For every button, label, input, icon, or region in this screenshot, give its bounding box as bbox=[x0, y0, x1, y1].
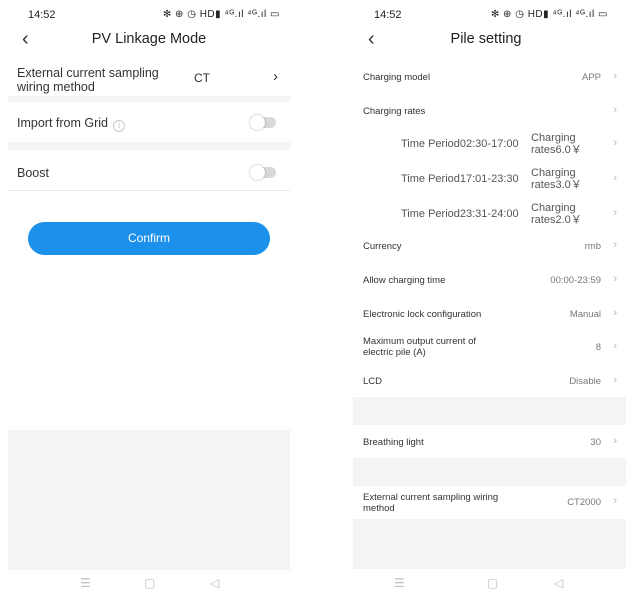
max-output-current-value: 8 bbox=[595, 342, 601, 353]
boost-toggle[interactable] bbox=[250, 165, 276, 180]
sampling-method-label: External current sampling wiring bbox=[363, 492, 499, 503]
max-output-current-label: electric pile (A) bbox=[363, 347, 426, 358]
lcd-label: LCD bbox=[363, 376, 383, 387]
allow-charging-time-label: Allow charging time bbox=[363, 275, 446, 286]
time-period-label: Time Period02:30-17:00 bbox=[401, 138, 519, 150]
page-title: Pile setting bbox=[450, 31, 522, 47]
sampling-method-value: CT2000 bbox=[567, 497, 601, 508]
info-icon[interactable]: i bbox=[113, 120, 125, 132]
status-bar: 14:52 ✻ ⊕ ◷ HD▮ ⁴ᴳ.ıl ⁴ᴳ.ıl ▭ bbox=[346, 0, 626, 26]
charging-rates-row[interactable]: Charging rates › bbox=[353, 96, 626, 126]
chevron-right-icon: › bbox=[613, 239, 617, 251]
currency-value: rmb bbox=[584, 241, 601, 252]
charging-model-row[interactable]: Charging model APP › bbox=[353, 62, 626, 92]
nav-bar: ‹ PV Linkage Mode bbox=[0, 28, 298, 52]
chevron-right-icon: › bbox=[613, 172, 617, 184]
status-time: 14:52 bbox=[374, 9, 402, 21]
time-period-row[interactable]: Time Period23:31-24:00 Charging rates2.0… bbox=[353, 198, 626, 230]
status-time: 14:52 bbox=[28, 9, 56, 21]
breathing-light-label: Breathing light bbox=[363, 437, 424, 448]
time-period-row[interactable]: Time Period17:01-23:30 Charging rates3.0… bbox=[353, 163, 626, 195]
sampling-method-row[interactable]: External current sampling wiring method … bbox=[8, 60, 290, 96]
chevron-right-icon: › bbox=[613, 374, 617, 386]
system-nav-bar: ☰ ▢ ◁ bbox=[0, 572, 298, 596]
time-period-label: Time Period17:01-23:30 bbox=[401, 173, 519, 185]
sampling-method-row[interactable]: External current sampling wiring method … bbox=[353, 487, 626, 519]
toggle-knob bbox=[250, 165, 265, 180]
rate-line: rates2.0￥ bbox=[531, 214, 582, 226]
sampling-method-value: CT bbox=[194, 71, 210, 85]
empty-area bbox=[8, 430, 290, 570]
toggle-knob bbox=[250, 115, 265, 130]
electronic-lock-value: Manual bbox=[569, 309, 601, 320]
rate-line: Charging bbox=[531, 202, 576, 214]
system-nav-bar: ☰ ▢ ◁ bbox=[346, 572, 626, 596]
chevron-right-icon: › bbox=[613, 307, 617, 319]
chevron-right-icon: › bbox=[613, 273, 617, 285]
rate-line: rates3.0￥ bbox=[531, 179, 582, 191]
boost-label: Boost bbox=[17, 166, 49, 180]
import-from-grid-row: Import from Grid i bbox=[8, 102, 290, 142]
divider bbox=[8, 190, 290, 191]
import-from-grid-toggle[interactable] bbox=[250, 115, 276, 130]
time-period-row[interactable]: Time Period02:30-17:00 Charging rates6.0… bbox=[353, 128, 626, 160]
breathing-light-value: 30 bbox=[590, 437, 601, 448]
chevron-right-icon: › bbox=[613, 207, 617, 219]
breathing-light-row[interactable]: Breathing light 30 › bbox=[353, 428, 626, 458]
charging-model-value: APP bbox=[581, 72, 601, 83]
rate-line: rates6.0￥ bbox=[531, 144, 582, 156]
allow-charging-time-value: 00:00-23:59 bbox=[550, 275, 601, 286]
chevron-right-icon: › bbox=[613, 495, 617, 507]
status-bar: 14:52 ✻ ⊕ ◷ HD▮ ⁴ᴳ.ıl ⁴ᴳ.ıl ▭ bbox=[0, 0, 298, 26]
time-period-rate: Charging rates2.0￥ bbox=[531, 202, 593, 226]
divider bbox=[8, 142, 290, 150]
rate-line: Charging bbox=[531, 132, 576, 144]
boost-row: Boost bbox=[8, 150, 290, 190]
import-from-grid-label: Import from Grid bbox=[17, 116, 108, 130]
currency-label: Currency bbox=[363, 241, 402, 252]
chevron-right-icon: › bbox=[613, 70, 617, 82]
status-icons: ✻ ⊕ ◷ HD▮ ⁴ᴳ.ıl ⁴ᴳ.ıl ▭ bbox=[162, 9, 280, 20]
currency-row[interactable]: Currency rmb › bbox=[353, 232, 626, 262]
page-title: PV Linkage Mode bbox=[91, 31, 207, 47]
electronic-lock-row[interactable]: Electronic lock configuration Manual › bbox=[353, 300, 626, 330]
nav-back-icon[interactable]: ◁ bbox=[554, 576, 563, 590]
empty-gap bbox=[353, 458, 626, 486]
sampling-method-label: method bbox=[363, 503, 395, 514]
nav-back-icon[interactable]: ◁ bbox=[210, 576, 219, 590]
chevron-right-icon: › bbox=[613, 435, 617, 447]
pv-linkage-screen: 14:52 ✻ ⊕ ◷ HD▮ ⁴ᴳ.ıl ⁴ᴳ.ıl ▭ ‹ PV Linka… bbox=[0, 0, 298, 597]
pile-setting-screen: 14:52 ✻ ⊕ ◷ HD▮ ⁴ᴳ.ıl ⁴ᴳ.ıl ▭ ‹ Pile set… bbox=[346, 0, 626, 597]
rate-line: Charging bbox=[531, 167, 576, 179]
time-period-rate: Charging rates3.0￥ bbox=[531, 167, 593, 191]
time-period-rate: Charging rates6.0￥ bbox=[531, 132, 593, 156]
nav-bar: ‹ Pile setting bbox=[346, 28, 626, 52]
empty-area bbox=[353, 519, 626, 569]
max-output-current-row[interactable]: Maximum output current of electric pile … bbox=[353, 333, 626, 363]
menu-icon[interactable]: ☰ bbox=[394, 576, 405, 590]
lcd-value: Disable bbox=[569, 376, 601, 387]
allow-charging-time-row[interactable]: Allow charging time 00:00-23:59 › bbox=[353, 266, 626, 296]
chevron-right-icon: › bbox=[613, 104, 617, 116]
menu-icon[interactable]: ☰ bbox=[80, 576, 91, 590]
sampling-method-label: External current sampling wiring method bbox=[17, 66, 159, 94]
lcd-row[interactable]: LCD Disable › bbox=[353, 367, 626, 397]
chevron-right-icon: › bbox=[613, 137, 617, 149]
home-icon[interactable]: ▢ bbox=[144, 576, 155, 590]
time-period-label: Time Period23:31-24:00 bbox=[401, 208, 519, 220]
max-output-current-label: Maximum output current of bbox=[363, 336, 476, 347]
charging-rates-label: Charging rates bbox=[363, 106, 426, 117]
electronic-lock-label: Electronic lock configuration bbox=[363, 309, 482, 320]
chevron-right-icon: › bbox=[273, 68, 278, 85]
confirm-button[interactable]: Confirm bbox=[28, 222, 270, 255]
chevron-right-icon: › bbox=[613, 340, 617, 352]
empty-gap bbox=[353, 397, 626, 425]
charging-model-label: Charging model bbox=[363, 72, 431, 83]
home-icon[interactable]: ▢ bbox=[487, 576, 498, 590]
status-icons: ✻ ⊕ ◷ HD▮ ⁴ᴳ.ıl ⁴ᴳ.ıl ▭ bbox=[490, 9, 608, 20]
